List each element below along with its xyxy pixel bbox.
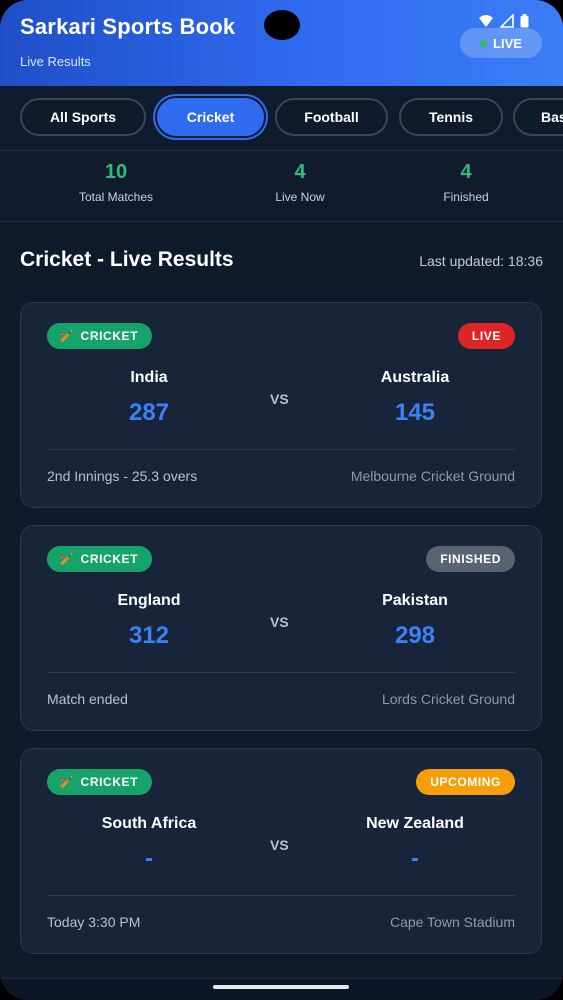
match-card[interactable]: 🏏 CRICKET LIVE India 287 VS Australia 14… [20,302,542,508]
card-divider [47,449,515,450]
sport-badge: 🏏 CRICKET [47,546,153,572]
status-badge: FINISHED [426,546,515,572]
match-card[interactable]: 🏏 CRICKET FINISHED England 312 VS Pakist… [20,525,542,731]
venue: Lords Cricket Ground [381,691,515,707]
wifi-icon [479,15,493,27]
app-subtitle: Live Results [20,54,91,69]
tab-basketball[interactable]: Bas [513,98,563,136]
bottom-nav-bar [0,978,563,1000]
match-info: Match ended [47,691,128,707]
score-home: 287 [128,399,170,426]
stat-finished: 4 Finished [406,161,526,204]
stat-live-now: 4 Live Now [240,161,360,204]
tab-cricket[interactable]: Cricket [157,98,264,136]
section-title: Cricket - Live Results [20,248,234,271]
stat-label: Total Matches [78,190,154,204]
sport-label: CRICKET [80,329,139,343]
venue: Cape Town Stadium [389,914,515,930]
sport-label: CRICKET [80,552,139,566]
score-home: - [145,845,153,872]
cricket-bat-icon: 🏏 [59,329,75,343]
tab-all-sports[interactable]: All Sports [20,98,146,136]
score-away: 298 [394,622,436,649]
live-label: LIVE [493,35,522,51]
team-away: Pakistan [382,592,448,609]
stat-value: 4 [294,161,306,183]
signal-icon [500,14,514,28]
live-dot-icon [480,39,488,47]
app-title: Sarkari Sports Book [20,14,236,39]
cricket-bat-icon: 🏏 [59,552,75,566]
cricket-bat-icon: 🏏 [59,775,75,789]
sport-tabs: All Sports Cricket Football Tennis Bas [0,86,563,151]
match-info: 2nd Innings - 25.3 overs [47,468,198,484]
card-divider [47,895,515,896]
vs-label: VS [270,614,289,630]
last-updated: Last updated: 18:36 [419,253,543,269]
status-icons [478,14,529,28]
status-badge: LIVE [457,323,515,349]
score-away: 145 [394,399,436,426]
match-card[interactable]: 🏏 CRICKET UPCOMING South Africa - VS New… [20,748,542,954]
stat-value: 10 [104,161,128,183]
score-home: 312 [128,622,170,649]
app-header: Sarkari Sports Book Live Results LIVE [0,0,563,86]
camera-notch [264,10,300,40]
score-away: - [411,845,419,872]
team-home: South Africa [101,815,197,832]
home-indicator[interactable] [213,985,349,989]
vs-label: VS [270,391,289,407]
sport-label: CRICKET [80,775,139,789]
card-divider [47,672,515,673]
stat-total-matches: 10 Total Matches [56,161,176,204]
stat-label: Live Now [275,190,325,204]
stat-value: 4 [460,161,472,183]
status-badge: UPCOMING [416,769,515,795]
vs-label: VS [270,837,289,853]
team-home: England [117,592,181,609]
match-info: Today 3:30 PM [47,914,141,930]
sport-badge: 🏏 CRICKET [47,769,153,795]
team-away: Australia [380,369,450,386]
tab-tennis[interactable]: Tennis [399,98,503,136]
tab-football[interactable]: Football [275,98,388,136]
team-away: New Zealand [366,815,464,832]
battery-icon [520,14,529,28]
stats-bar: 10 Total Matches 4 Live Now 4 Finished [0,151,563,222]
app-screen: Sarkari Sports Book Live Results LIVE Al… [0,0,563,1000]
stat-label: Finished [443,190,489,204]
team-home: India [130,369,168,386]
venue: Melbourne Cricket Ground [350,468,515,484]
sport-badge: 🏏 CRICKET [47,323,153,349]
live-indicator[interactable]: LIVE [460,28,542,58]
